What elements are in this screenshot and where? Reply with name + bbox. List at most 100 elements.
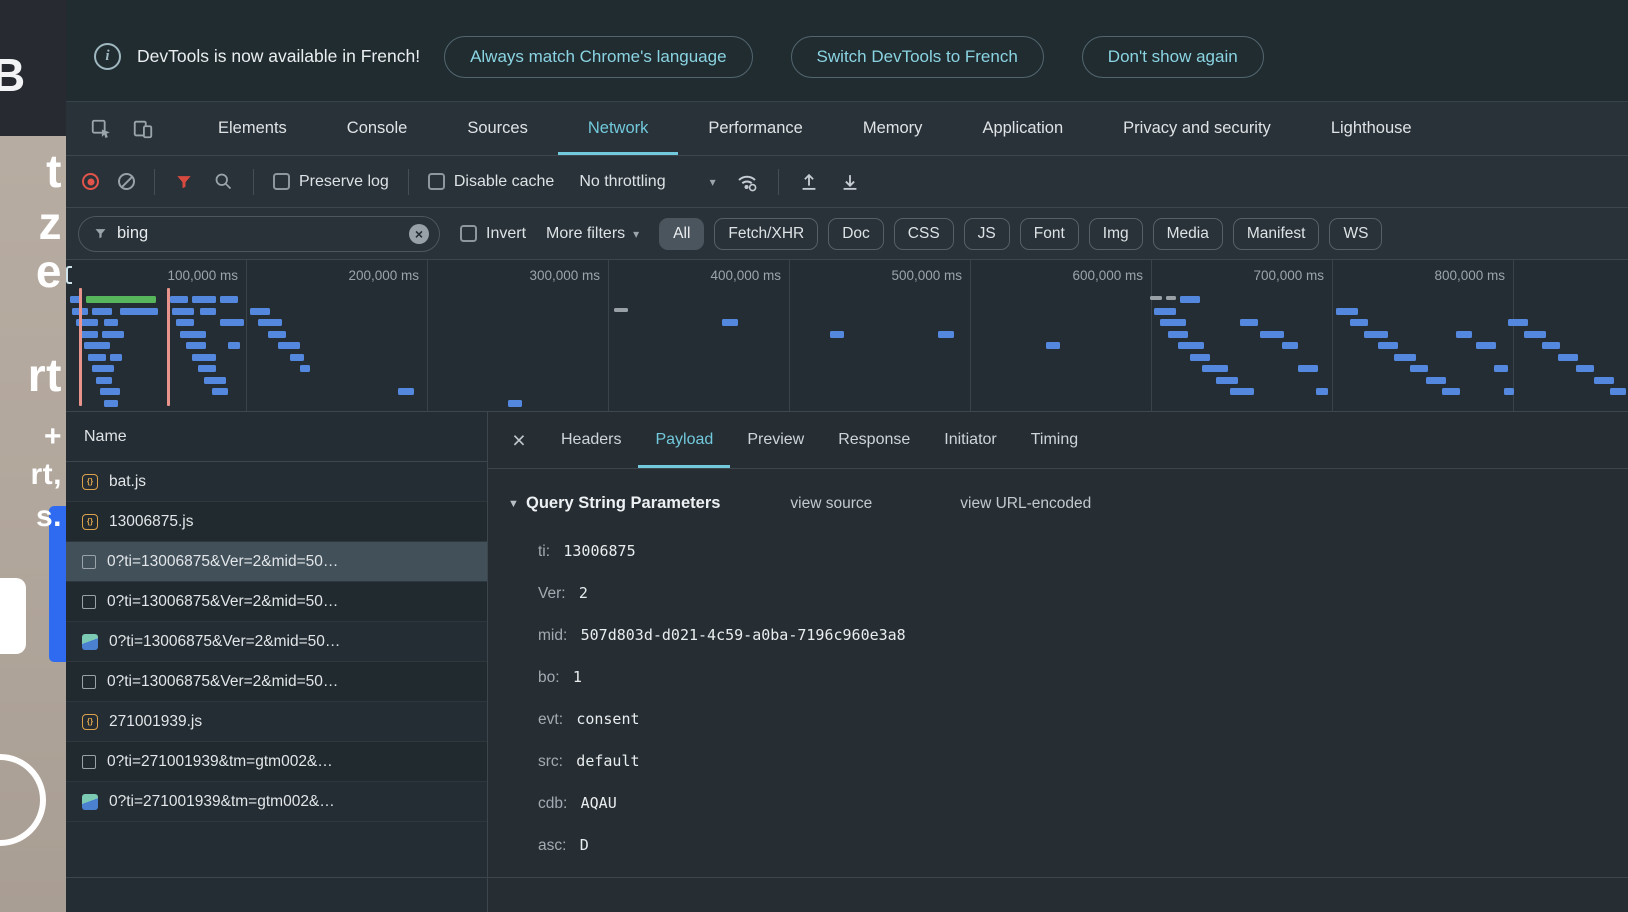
name-column-header[interactable]: Name bbox=[66, 412, 487, 462]
toolbar-divider bbox=[154, 169, 155, 195]
resource-type-icon bbox=[82, 514, 98, 530]
disable-cache-toggle[interactable]: Disable cache bbox=[428, 173, 555, 191]
param-value: 1 bbox=[573, 668, 582, 686]
request-row[interactable]: 0?ti=13006875&Ver=2&mid=50… bbox=[66, 542, 487, 582]
request-name: 271001939.js bbox=[109, 713, 202, 731]
resource-type-pill[interactable]: CSS bbox=[894, 218, 954, 250]
resource-type-pill[interactable]: Media bbox=[1153, 218, 1223, 250]
query-param-row: src default bbox=[538, 750, 1628, 773]
page-photo-fragment: tzert+rt,s. bbox=[0, 136, 66, 912]
resource-type-icon bbox=[82, 794, 98, 810]
detail-tab[interactable]: Timing bbox=[1014, 412, 1095, 468]
panel-tab[interactable]: Privacy and security bbox=[1093, 102, 1301, 155]
detail-tab[interactable]: Initiator bbox=[927, 412, 1013, 468]
param-key: evt bbox=[538, 711, 563, 728]
panel-tab[interactable]: Sources bbox=[437, 102, 558, 155]
invert-filter-toggle[interactable]: Invert bbox=[460, 225, 526, 243]
request-row[interactable]: 0?ti=13006875&Ver=2&mid=50… bbox=[66, 582, 487, 622]
more-filters-dropdown[interactable]: More filters ▾ bbox=[546, 225, 639, 243]
clear-network-log-icon[interactable] bbox=[118, 173, 135, 190]
inspect-element-icon[interactable] bbox=[80, 110, 122, 148]
disable-cache-checkbox[interactable] bbox=[428, 173, 445, 190]
invert-label: Invert bbox=[486, 225, 526, 243]
resource-type-pill[interactable]: All bbox=[659, 218, 704, 250]
network-filter-bar: × Invert More filters ▾ All Fetch/XHR Doc C… bbox=[66, 208, 1628, 260]
resource-type-icon bbox=[82, 474, 98, 490]
view-url-encoded-link[interactable]: view URL-encoded bbox=[960, 495, 1091, 513]
infobar-message: DevTools is now available in French! bbox=[137, 46, 420, 67]
panel-tab[interactable]: Performance bbox=[678, 102, 832, 155]
panel-tab[interactable]: Memory bbox=[833, 102, 953, 155]
param-key: ti bbox=[538, 543, 550, 560]
infobar-buttons: Always match Chrome's language Switch Dev… bbox=[444, 36, 1264, 78]
page-text-fragment: e bbox=[36, 244, 62, 298]
view-source-link[interactable]: view source bbox=[790, 495, 872, 513]
param-value: consent bbox=[576, 710, 639, 728]
network-conditions-icon[interactable] bbox=[735, 170, 759, 194]
panel-tab[interactable]: Lighthouse bbox=[1301, 102, 1442, 155]
overview-selection-handle[interactable] bbox=[66, 266, 72, 284]
resource-type-pill[interactable]: Img bbox=[1089, 218, 1143, 250]
toolbar-divider bbox=[408, 169, 409, 195]
clear-filter-icon[interactable]: × bbox=[409, 224, 429, 244]
request-row[interactable]: 0?ti=271001939&tm=gtm002&… bbox=[66, 782, 487, 822]
export-har-icon[interactable] bbox=[839, 171, 861, 193]
import-har-icon[interactable] bbox=[798, 171, 820, 193]
payload-pane: ▼ Query String Parameters view source vi… bbox=[488, 469, 1628, 912]
network-overview-timeline[interactable]: 100,000 ms200,000 ms300,000 ms400,000 ms… bbox=[66, 260, 1628, 412]
infobar-button[interactable]: Always match Chrome's language bbox=[444, 36, 752, 78]
page-text-fragment: rt bbox=[28, 348, 62, 402]
devtools-tabbar: ElementsConsoleSourcesNetworkPerformance… bbox=[66, 102, 1628, 156]
panel-tab[interactable]: Network bbox=[558, 102, 679, 155]
resource-type-pill[interactable]: Manifest bbox=[1233, 218, 1320, 250]
panel-tab[interactable]: Application bbox=[952, 102, 1093, 155]
panel-tab[interactable]: Elements bbox=[188, 102, 317, 155]
param-value: AQAU bbox=[581, 794, 617, 812]
disable-cache-label: Disable cache bbox=[454, 173, 555, 191]
param-value: D bbox=[580, 836, 589, 854]
panel-tab[interactable]: Console bbox=[317, 102, 438, 155]
query-param-row: bo 1 bbox=[538, 666, 1628, 689]
preserve-log-checkbox[interactable] bbox=[273, 173, 290, 190]
query-string-section-header: ▼ Query String Parameters view source vi… bbox=[508, 494, 1628, 513]
request-row[interactable]: bat.js bbox=[66, 462, 487, 502]
network-filter-input[interactable] bbox=[117, 224, 400, 243]
chevron-down-icon: ▾ bbox=[633, 227, 639, 241]
request-row[interactable]: 0?ti=13006875&Ver=2&mid=50… bbox=[66, 662, 487, 702]
record-network-log-button[interactable] bbox=[82, 173, 99, 190]
request-rows: bat.js 13006875.js 0?ti=13006875&Ver=2&m… bbox=[66, 462, 487, 912]
detail-tab[interactable]: Response bbox=[821, 412, 927, 468]
page-text-fragment: s. bbox=[36, 500, 62, 534]
section-title[interactable]: Query String Parameters bbox=[526, 494, 720, 513]
detail-tab[interactable]: Payload bbox=[638, 412, 730, 468]
resource-type-pill[interactable]: Fetch/XHR bbox=[714, 218, 818, 250]
invert-checkbox[interactable] bbox=[460, 225, 477, 242]
filter-input-box[interactable]: × bbox=[78, 216, 440, 252]
close-icon[interactable]: × bbox=[500, 412, 538, 468]
infobar-button[interactable]: Switch DevTools to French bbox=[791, 36, 1044, 78]
more-filters-label: More filters bbox=[546, 225, 625, 243]
request-row[interactable]: 0?ti=271001939&tm=gtm002&… bbox=[66, 742, 487, 782]
resource-type-pill[interactable]: Doc bbox=[828, 218, 884, 250]
disclosure-triangle-icon[interactable]: ▼ bbox=[508, 498, 526, 510]
preserve-log-toggle[interactable]: Preserve log bbox=[273, 173, 389, 191]
resource-type-pill[interactable]: WS bbox=[1329, 218, 1382, 250]
infobar-button[interactable]: Don't show again bbox=[1082, 36, 1264, 78]
throttling-select[interactable]: No throttling ▾ bbox=[579, 173, 715, 191]
resource-type-pill[interactable]: JS bbox=[964, 218, 1010, 250]
resource-type-pill[interactable]: Font bbox=[1020, 218, 1079, 250]
page-white-card bbox=[0, 578, 26, 654]
filter-toggle-icon[interactable] bbox=[174, 172, 194, 192]
detail-tab[interactable]: Headers bbox=[544, 412, 638, 468]
param-key: Ver bbox=[538, 585, 566, 602]
search-icon[interactable] bbox=[213, 171, 234, 192]
background-page-strip: B tzert+rt,s. bbox=[0, 0, 66, 912]
request-row[interactable]: 0?ti=13006875&Ver=2&mid=50… bbox=[66, 622, 487, 662]
request-row[interactable]: 271001939.js bbox=[66, 702, 487, 742]
detail-tabbar: × HeadersPayloadPreviewResponseInitiator… bbox=[488, 412, 1628, 469]
page-text-fragment: + bbox=[44, 420, 62, 454]
detail-tab[interactable]: Preview bbox=[730, 412, 821, 468]
request-row[interactable]: 13006875.js bbox=[66, 502, 487, 542]
device-toolbar-icon[interactable] bbox=[122, 110, 164, 148]
panel-tabs: ElementsConsoleSourcesNetworkPerformance… bbox=[188, 102, 1442, 155]
